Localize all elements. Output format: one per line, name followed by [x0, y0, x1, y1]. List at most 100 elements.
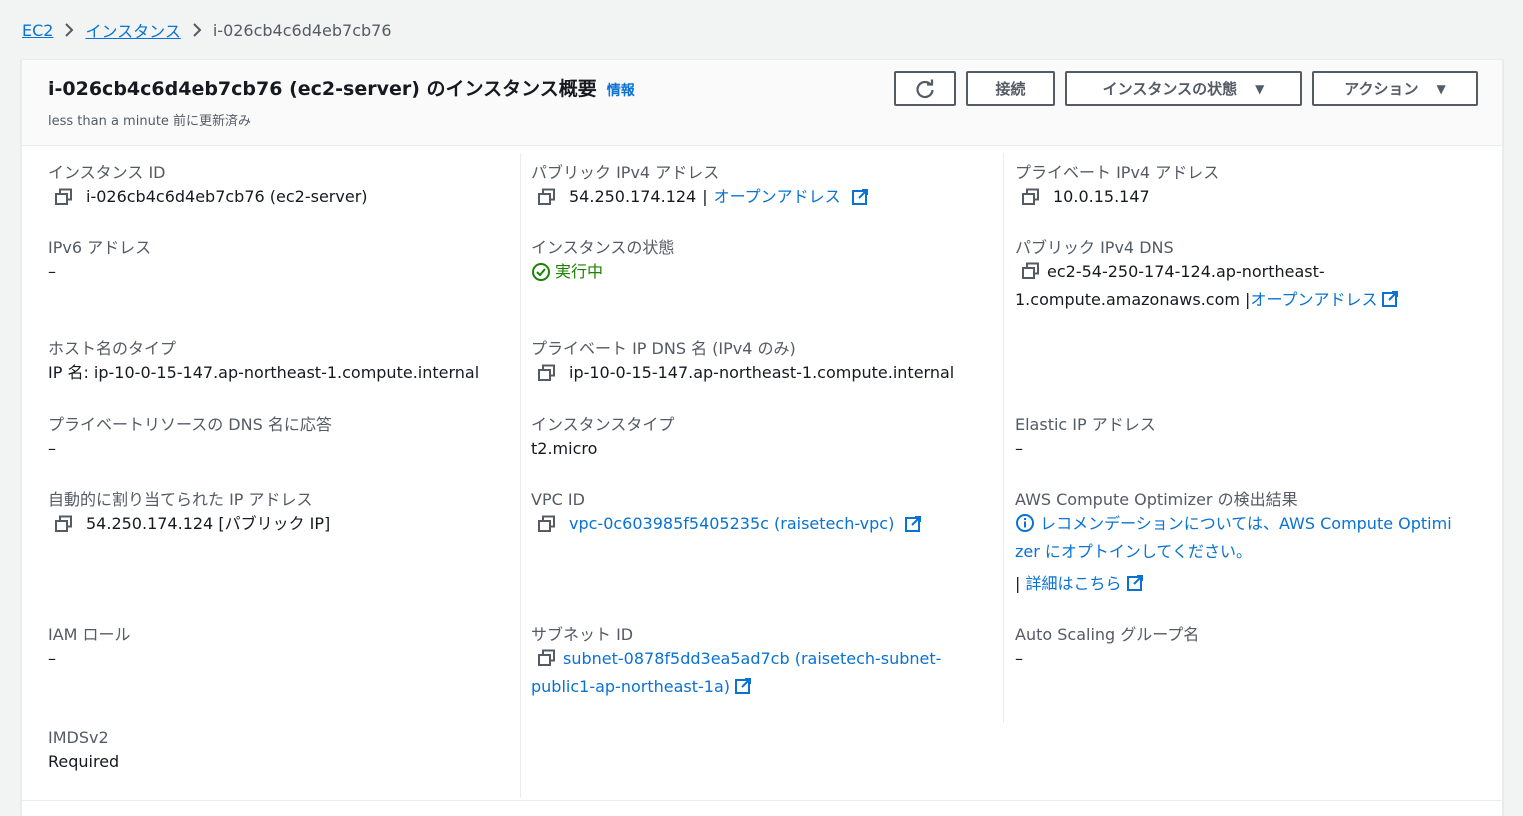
field-private-dns: プライベート IP DNS 名 (IPv4 のみ) ip-10-0-15-147… — [531, 339, 954, 387]
field-iam-role: IAM ロール – — [48, 625, 131, 673]
field-value: レコメンデーションについては、AWS Compute Optimi zer にオ… — [1015, 510, 1485, 598]
field-value: 54.250.174.124 | オープンアドレス — [531, 183, 869, 211]
external-link-icon — [851, 189, 868, 205]
field-resource-dns: プライベートリソースの DNS 名に応答 – — [48, 415, 332, 463]
field-value: vpc-0c603985f5405235c (raisetech-vpc) — [531, 510, 922, 538]
resource-dns-value: – — [48, 439, 56, 458]
refresh-icon — [916, 79, 934, 98]
copy-icon[interactable] — [1021, 262, 1041, 280]
info-circle-icon — [1016, 514, 1034, 532]
field-public-dns: パブリック IPv4 DNS ec2-54-250-174-124.ap-nor… — [1015, 238, 1399, 314]
field-label: プライベート IP DNS 名 (IPv4 のみ) — [531, 339, 796, 358]
field-public-ipv4: パブリック IPv4 アドレス 54.250.174.124 | オープンアドレス — [531, 163, 869, 211]
optimizer-optin-link[interactable]: レコメンデーションについては、AWS Compute Optimi — [1040, 514, 1452, 533]
field-value: 54.250.174.124 [パブリック IP] — [48, 510, 330, 538]
page-title-text: i-026cb4c6d4eb7cb76 (ec2-server) のインスタンス… — [48, 78, 597, 100]
field-label: IPv6 アドレス — [48, 238, 152, 257]
separator-pipe: | — [1015, 574, 1021, 593]
refresh-button[interactable] — [894, 71, 956, 106]
breadcrumb: EC2 インスタンス i-026cb4c6d4eb7cb76 — [22, 18, 392, 42]
chevron-right-icon — [191, 22, 203, 38]
details-tabs-strip — [22, 800, 1502, 816]
separator-pipe: | — [702, 187, 708, 206]
field-label: AWS Compute Optimizer の検出結果 — [1015, 490, 1298, 509]
copy-icon[interactable] — [54, 188, 74, 206]
status-badge: 実行中 — [531, 258, 674, 286]
info-link[interactable]: 情報 — [607, 80, 635, 100]
public-ipv4-value: 54.250.174.124 — [569, 187, 697, 206]
instance-state-value: 実行中 — [555, 262, 604, 281]
field-label: ホスト名のタイプ — [48, 339, 177, 358]
breadcrumb-current: i-026cb4c6d4eb7cb76 — [212, 20, 392, 40]
external-link-icon — [1126, 575, 1143, 591]
instance-id-value: i-026cb4c6d4eb7cb76 (ec2-server) — [86, 187, 368, 206]
field-label: プライベート IPv4 アドレス — [1015, 163, 1220, 182]
field-value: ip-10-0-15-147.ap-northeast-1.compute.in… — [531, 359, 954, 387]
check-circle-icon — [532, 263, 550, 281]
column-divider — [520, 153, 521, 798]
field-instance-state: インスタンスの状態 実行中 — [531, 238, 674, 286]
field-imdsv2: IMDSv2 Required — [48, 728, 119, 776]
field-value: i-026cb4c6d4eb7cb76 (ec2-server) — [48, 183, 368, 211]
field-label: IAM ロール — [48, 625, 131, 644]
field-auto-ip: 自動的に割り当てられた IP アドレス 54.250.174.124 [パブリッ… — [48, 490, 330, 538]
optimizer-optin-link-cont[interactable]: zer にオプトインしてください。 — [1015, 542, 1252, 561]
subnet-id-link-cont[interactable]: public1-ap-northeast-1a) — [531, 677, 730, 696]
field-label: VPC ID — [531, 490, 585, 509]
private-ipv4-value: 10.0.15.147 — [1053, 187, 1150, 206]
last-updated-text: less than a minute 前に更新済み — [48, 114, 252, 129]
copy-icon[interactable] — [537, 515, 557, 533]
breadcrumb-ec2[interactable]: EC2 — [22, 21, 53, 40]
field-asg-name: Auto Scaling グループ名 – — [1015, 625, 1199, 673]
copy-icon[interactable] — [1021, 188, 1041, 206]
field-label: インスタンスの状態 — [531, 238, 675, 257]
caret-down-icon: ▼ — [1255, 81, 1265, 96]
field-vpc-id: VPC ID vpc-0c603985f5405235c (raisetech-… — [531, 490, 922, 538]
vpc-id-link[interactable]: vpc-0c603985f5405235c (raisetech-vpc) — [569, 510, 894, 538]
field-label: プライベートリソースの DNS 名に応答 — [48, 415, 332, 434]
open-address-link[interactable]: オープンアドレス — [1250, 290, 1377, 309]
field-label: パブリック IPv4 アドレス — [531, 163, 720, 182]
field-elastic-ip: Elastic IP アドレス – — [1015, 415, 1156, 463]
copy-icon[interactable] — [537, 188, 557, 206]
field-label: 自動的に割り当てられた IP アドレス — [48, 490, 313, 509]
field-optimizer: AWS Compute Optimizer の検出結果 レコメンデーションについ… — [1015, 490, 1485, 598]
field-label: Elastic IP アドレス — [1015, 415, 1156, 434]
field-label: パブリック IPv4 DNS — [1015, 238, 1174, 257]
open-address-link[interactable]: オープンアドレス — [714, 183, 841, 211]
field-value: 10.0.15.147 — [1015, 183, 1219, 211]
hostname-type-value: IP 名: ip-10-0-15-147.ap-northeast-1.comp… — [48, 363, 480, 382]
subnet-id-link[interactable]: subnet-0878f5dd3ea5ad7cb (raisetech-subn… — [563, 649, 941, 668]
actions-dropdown[interactable]: アクション ▼ — [1312, 71, 1478, 106]
copy-icon[interactable] — [537, 364, 557, 382]
field-label: IMDSv2 — [48, 728, 109, 747]
field-label: インスタンス ID — [48, 163, 166, 182]
caret-down-icon: ▼ — [1436, 81, 1446, 96]
ipv6-value: – — [48, 262, 56, 281]
field-private-ipv4: プライベート IPv4 アドレス 10.0.15.147 — [1015, 163, 1219, 211]
connect-button[interactable]: 接続 — [966, 71, 1055, 106]
private-dns-value: ip-10-0-15-147.ap-northeast-1.compute.in… — [569, 363, 955, 382]
breadcrumb-instances[interactable]: インスタンス — [85, 18, 180, 42]
header-actions: 接続 インスタンスの状態 ▼ アクション ▼ — [894, 71, 1478, 106]
details-link[interactable]: 詳細はこちら — [1025, 574, 1121, 593]
copy-icon[interactable] — [537, 649, 557, 667]
external-link-icon — [1382, 291, 1399, 307]
elastic-ip-value: – — [1015, 439, 1023, 458]
column-divider — [1003, 153, 1004, 723]
actions-label: アクション — [1344, 80, 1419, 98]
instance-summary-panel: i-026cb4c6d4eb7cb76 (ec2-server) のインスタンス… — [21, 59, 1503, 816]
field-label: サブネット ID — [531, 625, 634, 644]
instance-state-dropdown[interactable]: インスタンスの状態 ▼ — [1065, 71, 1302, 106]
chevron-right-icon — [63, 22, 75, 38]
instance-state-label: インスタンスの状態 — [1102, 80, 1238, 98]
copy-icon[interactable] — [54, 515, 74, 533]
page-title: i-026cb4c6d4eb7cb76 (ec2-server) のインスタンス… — [48, 74, 635, 101]
field-subnet-id: サブネット ID subnet-0878f5dd3ea5ad7cb (raise… — [531, 625, 941, 701]
asg-name-value: – — [1015, 649, 1023, 668]
external-link-icon — [735, 678, 752, 694]
public-dns-value-line1: ec2-54-250-174-124.ap-northeast- — [1047, 262, 1325, 281]
field-label: インスタンスタイプ — [531, 415, 675, 434]
field-value: subnet-0878f5dd3ea5ad7cb (raisetech-subn… — [531, 645, 941, 701]
field-value: ec2-54-250-174-124.ap-northeast- 1.compu… — [1015, 258, 1399, 314]
